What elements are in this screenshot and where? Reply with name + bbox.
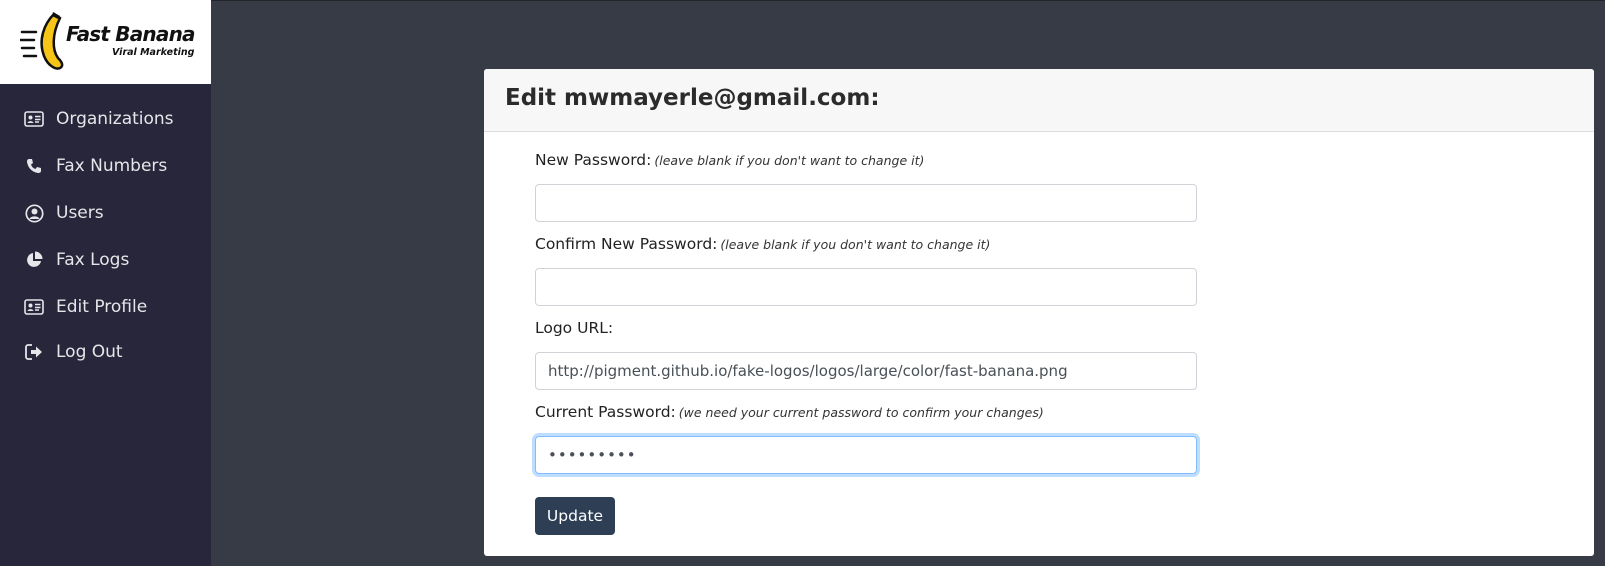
- sidebar: Fast Banana Viral Marketing Organization…: [0, 0, 211, 566]
- id-card-icon: [24, 298, 44, 316]
- logo-url-label: Logo URL:: [535, 319, 613, 337]
- logo-url-field[interactable]: [535, 352, 1197, 390]
- sign-out-icon: [24, 343, 44, 361]
- brand-name: Fast Banana: [66, 22, 196, 46]
- brand-tagline: Viral Marketing: [112, 47, 195, 58]
- sidebar-item-organizations[interactable]: Organizations: [0, 99, 211, 139]
- page-title: Edit mwmayerle@gmail.com:: [505, 85, 880, 111]
- sidebar-item-users[interactable]: Users: [0, 193, 211, 233]
- sidebar-item-fax-logs[interactable]: Fax Logs: [0, 240, 211, 280]
- field-label-text: Logo URL:: [535, 319, 614, 337]
- field-label-text: Current Password:: [535, 403, 676, 421]
- sidebar-item-fax-numbers[interactable]: Fax Numbers: [0, 146, 211, 186]
- card-header: Edit mwmayerle@gmail.com:: [484, 69, 1594, 132]
- confirm-password-label: Confirm New Password: (leave blank if you…: [535, 235, 990, 253]
- sidebar-item-label: Users: [56, 203, 104, 223]
- field-label-text: New Password:: [535, 151, 652, 169]
- pie-chart-icon: [24, 251, 44, 269]
- sidebar-item-label: Fax Numbers: [56, 156, 168, 176]
- top-border: [0, 0, 1605, 1]
- field-hint: (leave blank if you don't want to change…: [720, 237, 991, 252]
- edit-user-card: Edit mwmayerle@gmail.com: New Password:(…: [484, 69, 1594, 556]
- banana-logo-icon: [20, 12, 64, 70]
- field-hint: (leave blank if you don't want to change…: [654, 153, 925, 168]
- sidebar-item-label: Edit Profile: [56, 297, 148, 317]
- sidebar-item-log-out[interactable]: Log Out: [0, 332, 211, 372]
- user-circle-icon: [24, 203, 44, 223]
- confirm-password-field[interactable]: [535, 268, 1197, 306]
- current-password-label: Current Password: (we need your current p…: [535, 403, 1044, 421]
- brand-logo[interactable]: Fast Banana Viral Marketing: [0, 0, 211, 84]
- field-label-text: Confirm New Password:: [535, 235, 718, 253]
- phone-icon: [24, 157, 44, 175]
- current-password-field[interactable]: [535, 436, 1197, 474]
- sidebar-item-edit-profile[interactable]: Edit Profile: [0, 287, 211, 327]
- sidebar-item-label: Log Out: [56, 342, 123, 362]
- update-button[interactable]: Update: [535, 497, 615, 535]
- sidebar-item-label: Fax Logs: [56, 250, 130, 270]
- id-card-icon: [24, 110, 44, 128]
- new-password-label: New Password: (leave blank if you don't w…: [535, 151, 924, 169]
- sidebar-item-label: Organizations: [56, 109, 174, 129]
- field-hint: (we need your current password to confir…: [678, 405, 1044, 420]
- new-password-field[interactable]: [535, 184, 1197, 222]
